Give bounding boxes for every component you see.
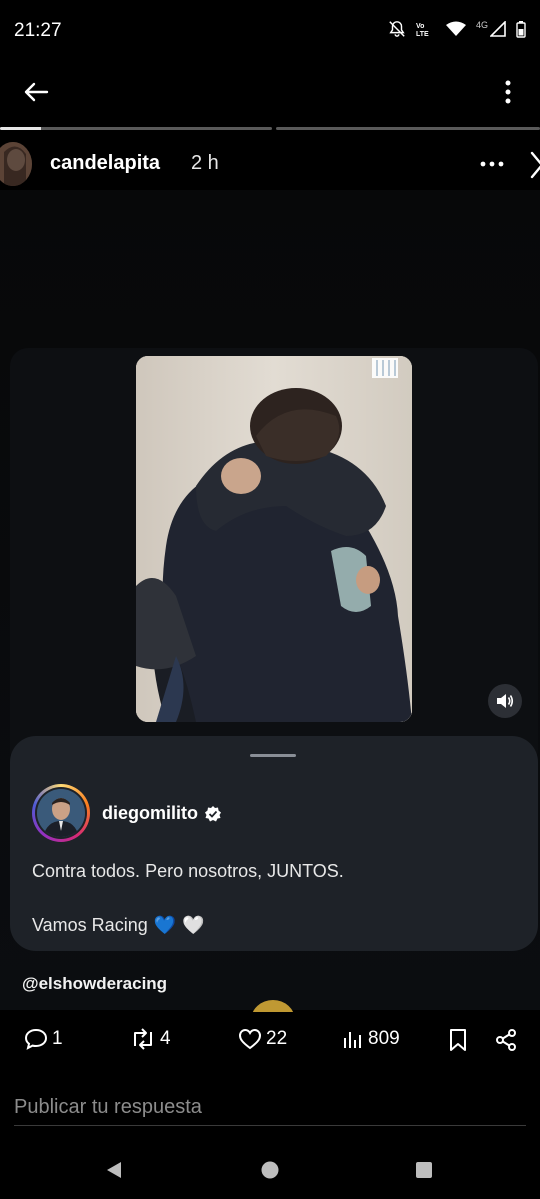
analytics-icon [344, 1032, 361, 1048]
view-count: 809 [368, 1028, 400, 1049]
status-icons: Vo LTE 4G [388, 20, 526, 38]
bookmark-button[interactable] [448, 1028, 468, 1052]
back-button[interactable] [18, 74, 54, 110]
post-video[interactable] [136, 356, 412, 722]
story-close-button[interactable] [528, 150, 540, 180]
volte-icon: VoLTE [416, 23, 429, 38]
story-username[interactable]: candelapita [50, 152, 160, 175]
blue-heart-emoji: 💙 [153, 915, 177, 935]
progress-segment [0, 127, 272, 130]
verified-badge-icon [205, 805, 221, 821]
arrow-left-icon [24, 82, 49, 102]
comment-icon [24, 1028, 48, 1050]
share-button[interactable] [494, 1028, 518, 1052]
svg-text:Vo: Vo [416, 23, 424, 30]
volume-button[interactable] [488, 684, 522, 718]
nav-home-button[interactable] [256, 1156, 284, 1184]
triangle-back-icon [107, 1162, 121, 1178]
reply-box [0, 1076, 540, 1140]
network-type: 4G [475, 20, 488, 30]
battery-icon [516, 20, 526, 38]
square-recents-icon [416, 1162, 432, 1178]
story-progress [0, 127, 540, 131]
caption-text: Vamos Racing 💙 🤍 [32, 915, 205, 936]
more-vertical-icon [505, 80, 511, 104]
status-bar: 21:27 Vo LTE 4G [0, 0, 540, 62]
post-author[interactable]: diegomilito [102, 803, 222, 824]
post-username[interactable]: diegomilito [102, 803, 198, 824]
heart-icon [238, 1028, 262, 1050]
progress-segment [276, 127, 540, 130]
like-action[interactable]: 22 [238, 1028, 287, 1050]
views-action[interactable]: 809 [342, 1028, 400, 1050]
nav-back-button[interactable] [100, 1156, 128, 1184]
story-header: candelapita 2 h [0, 138, 540, 190]
bookmark-icon [450, 1029, 466, 1051]
svg-text:LTE: LTE [416, 31, 429, 38]
video-frame [136, 356, 412, 722]
post-author-avatar[interactable] [32, 784, 90, 842]
repost-count: 4 [160, 1028, 171, 1049]
bell-muted-icon [389, 21, 405, 37]
avatar-image [37, 789, 85, 837]
speaker-icon [497, 694, 514, 708]
sheet-handle[interactable] [250, 754, 296, 757]
story-time: 2 h [191, 152, 219, 174]
wifi-icon [445, 21, 466, 36]
caption-text: Contra todos. Pero nosotros, JUNTOS. [32, 861, 344, 881]
avatar-image [0, 142, 32, 186]
system-nav-bar [0, 1140, 540, 1199]
reply-input[interactable] [14, 1090, 526, 1126]
reply-action[interactable]: 1 [24, 1028, 63, 1050]
more-horizontal-icon [480, 161, 504, 167]
reply-count: 1 [52, 1028, 63, 1049]
circle-home-icon [261, 1161, 279, 1179]
mention-sticker[interactable]: @elshowderacing [22, 974, 167, 994]
story-avatar[interactable] [0, 142, 32, 186]
repost-icon [134, 1028, 152, 1050]
overflow-menu-button[interactable] [498, 74, 518, 110]
white-heart-emoji: 🤍 [182, 915, 205, 935]
nav-recents-button[interactable] [410, 1156, 438, 1184]
top-nav [0, 62, 540, 120]
action-bar: 1 4 22 809 [0, 1012, 540, 1076]
status-time: 21:27 [14, 20, 62, 41]
story-more-button[interactable] [476, 150, 508, 178]
caption-text-line: Vamos Racing [32, 915, 148, 935]
like-count: 22 [266, 1028, 288, 1049]
close-icon [530, 151, 540, 179]
signal-icon [490, 21, 506, 37]
progress-fill [0, 127, 41, 130]
share-icon [496, 1029, 516, 1051]
repost-action[interactable]: 4 [130, 1028, 171, 1050]
